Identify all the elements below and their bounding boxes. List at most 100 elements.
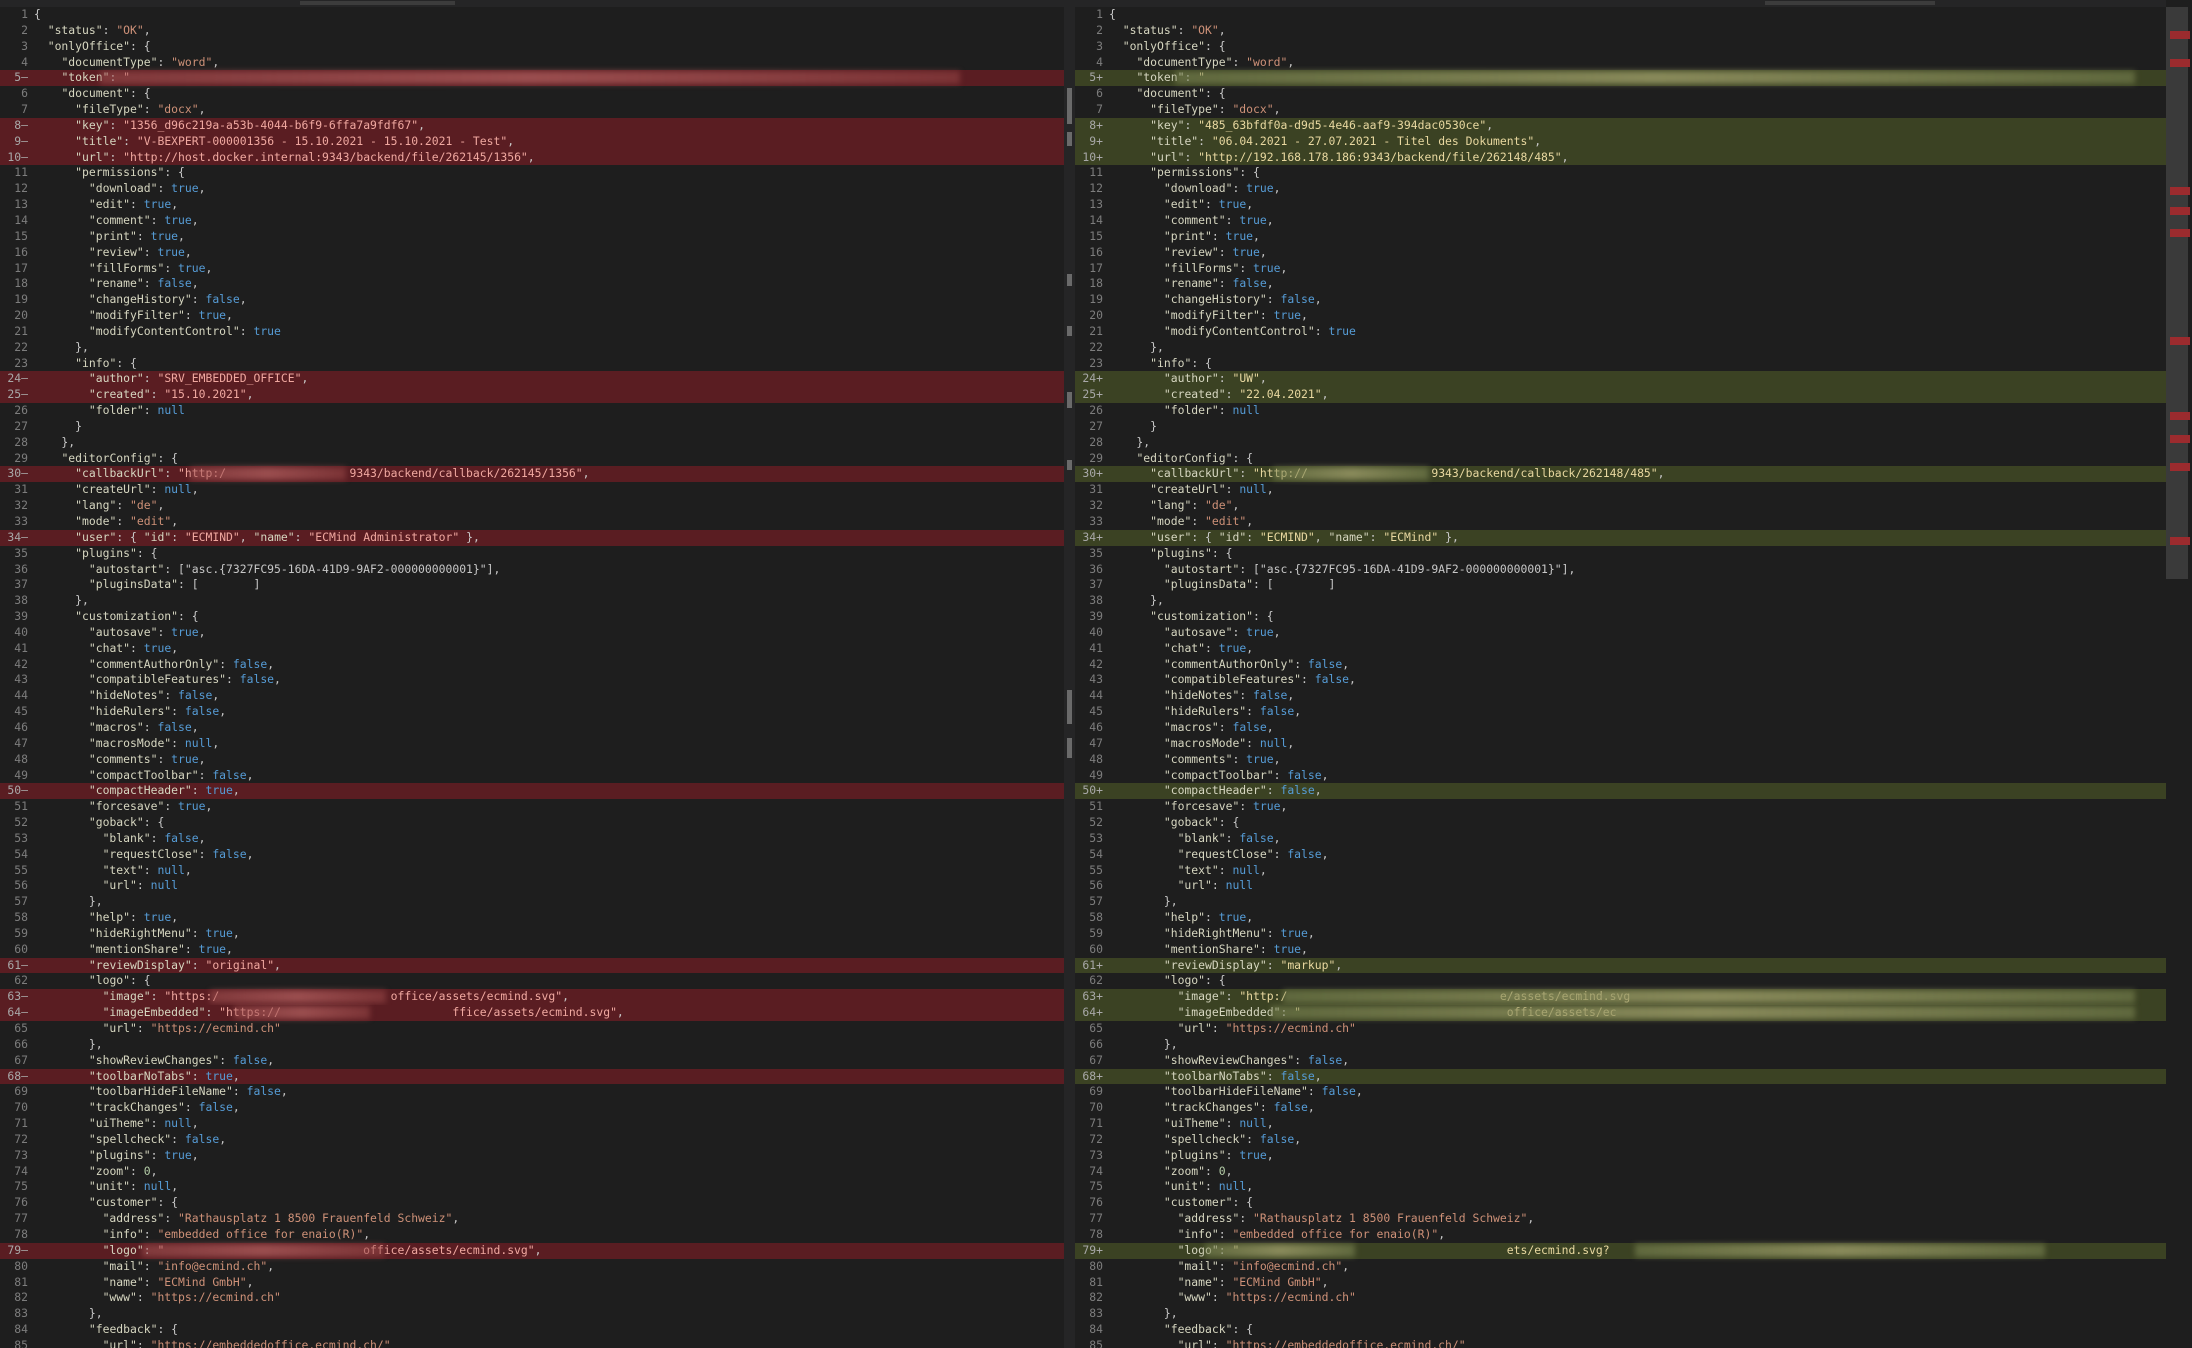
line-code[interactable]: "modifyFilter": true, bbox=[34, 308, 233, 322]
line-code[interactable]: "macros": false, bbox=[1109, 720, 1274, 734]
right-line[interactable]: 36 "autostart": ["asc.{7327FC95-16DA-41D… bbox=[1075, 562, 2166, 578]
line-code[interactable]: "help": true, bbox=[1109, 910, 1253, 924]
line-code[interactable]: "fileType": "docx", bbox=[1109, 102, 1280, 116]
right-line[interactable]: 16 "review": true, bbox=[1075, 245, 2166, 261]
code-lines[interactable]: 1{2 "status": "OK", 3 "onlyOffice": {4 "d… bbox=[0, 7, 1064, 1348]
right-line[interactable]: 28 }, bbox=[1075, 435, 2166, 451]
left-line[interactable]: 56 "url": null bbox=[0, 878, 1064, 894]
line-code[interactable]: "pluginsData": [ ] bbox=[34, 577, 260, 591]
left-line[interactable]: 17 "fillForms": true, bbox=[0, 261, 1064, 277]
left-line[interactable]: 82 "www": "https://ecmind.ch" bbox=[0, 1290, 1064, 1306]
left-line[interactable]: 8— "key": "1356_d96c219a-a53b-4044-b6f9-… bbox=[0, 117, 1064, 134]
line-code[interactable]: "reviewDisplay": "original", bbox=[34, 958, 281, 972]
line-code[interactable]: "forcesave": true, bbox=[34, 799, 212, 813]
line-code[interactable]: "name": "ECMind GmbH", bbox=[34, 1275, 254, 1289]
right-line[interactable]: 57 }, bbox=[1075, 894, 2166, 910]
left-line[interactable]: 60 "mentionShare": true, bbox=[0, 942, 1064, 958]
line-code[interactable]: "info": "embedded office for enaio(R)", bbox=[1109, 1227, 1445, 1241]
line-code[interactable]: "customer": { bbox=[34, 1195, 178, 1209]
left-line[interactable]: 51 "forcesave": true, bbox=[0, 799, 1064, 815]
right-line[interactable]: 20 "modifyFilter": true, bbox=[1075, 308, 2166, 324]
right-line[interactable]: 24+ "author": "UW", bbox=[1075, 371, 2166, 388]
line-code[interactable]: "onlyOffice": { bbox=[34, 39, 151, 53]
right-line[interactable]: 31 "createUrl": null, bbox=[1075, 482, 2166, 498]
line-code[interactable]: "uiTheme": null, bbox=[34, 1116, 199, 1130]
left-line[interactable]: 20 "modifyFilter": true, bbox=[0, 308, 1064, 324]
right-line[interactable]: 27 } bbox=[1075, 419, 2166, 435]
line-code[interactable]: "spellcheck": false, bbox=[34, 1132, 226, 1146]
left-line[interactable]: 13 "edit": true, bbox=[0, 197, 1064, 213]
left-line[interactable]: 33 "mode": "edit", bbox=[0, 514, 1064, 530]
left-line[interactable]: 61— "reviewDisplay": "original", bbox=[0, 957, 1064, 974]
left-line[interactable]: 84 "feedback": { bbox=[0, 1322, 1064, 1338]
right-line[interactable]: 39 "customization": { bbox=[1075, 609, 2166, 625]
line-code[interactable]: "macros": false, bbox=[34, 720, 199, 734]
left-line[interactable]: 26 "folder": null bbox=[0, 403, 1064, 419]
line-code[interactable]: "url": "https://embeddedoffice.ecmind.ch… bbox=[1109, 1338, 1466, 1348]
right-line[interactable]: 65 "url": "https://ecmind.ch" bbox=[1075, 1021, 2166, 1037]
right-line[interactable]: 7 "fileType": "docx", bbox=[1075, 102, 2166, 118]
line-code[interactable]: "comment": true, bbox=[34, 213, 199, 227]
right-line[interactable]: 21 "modifyContentControl": true bbox=[1075, 324, 2166, 340]
line-code[interactable]: "modifyContentControl": true bbox=[1109, 324, 1356, 338]
line-code[interactable]: "logo": { bbox=[34, 973, 151, 987]
line-code[interactable]: "hideRightMenu": true, bbox=[34, 926, 240, 940]
right-line[interactable]: 84 "feedback": { bbox=[1075, 1322, 2166, 1338]
line-code[interactable]: "plugins": { bbox=[34, 546, 157, 560]
line-code[interactable]: "mentionShare": true, bbox=[1109, 942, 1308, 956]
line-code[interactable]: "modifyFilter": true, bbox=[1109, 308, 1308, 322]
line-code[interactable]: "url": "https://embeddedoffice.ecmind.ch… bbox=[34, 1338, 391, 1348]
line-code[interactable]: "blank": false, bbox=[34, 831, 206, 845]
left-line[interactable]: 81 "name": "ECMind GmbH", bbox=[0, 1275, 1064, 1291]
left-line[interactable]: 55 "text": null, bbox=[0, 863, 1064, 879]
left-line[interactable]: 79— "logo": " office/assets/ecmind.svg", bbox=[0, 1242, 1064, 1259]
right-line[interactable]: 76 "customer": { bbox=[1075, 1195, 2166, 1211]
line-code[interactable]: "created": "15.10.2021", bbox=[34, 387, 254, 401]
line-code[interactable]: "uiTheme": null, bbox=[1109, 1116, 1274, 1130]
right-line[interactable]: 81 "name": "ECMind GmbH", bbox=[1075, 1275, 2166, 1291]
line-code[interactable]: "help": true, bbox=[34, 910, 178, 924]
left-line[interactable]: 80 "mail": "info@ecmind.ch", bbox=[0, 1259, 1064, 1275]
left-line[interactable]: 6 "document": { bbox=[0, 86, 1064, 102]
line-code[interactable]: "spellcheck": false, bbox=[1109, 1132, 1301, 1146]
left-line[interactable]: 23 "info": { bbox=[0, 356, 1064, 372]
line-code[interactable]: "customer": { bbox=[1109, 1195, 1253, 1209]
left-line[interactable]: 3 "onlyOffice": { bbox=[0, 39, 1064, 55]
right-line[interactable]: 75 "unit": null, bbox=[1075, 1179, 2166, 1195]
left-line[interactable]: 83 }, bbox=[0, 1306, 1064, 1322]
left-line[interactable]: 29 "editorConfig": { bbox=[0, 451, 1064, 467]
left-line[interactable]: 39 "customization": { bbox=[0, 609, 1064, 625]
line-code[interactable]: "author": "UW", bbox=[1109, 371, 1267, 385]
line-code[interactable]: }, bbox=[34, 593, 89, 607]
line-code[interactable]: "text": null, bbox=[34, 863, 192, 877]
line-code[interactable]: "autostart": ["asc.{7327FC95-16DA-41D9-9… bbox=[34, 562, 500, 576]
right-line[interactable]: 48 "comments": true, bbox=[1075, 752, 2166, 768]
left-line[interactable]: 58 "help": true, bbox=[0, 910, 1064, 926]
right-line[interactable]: 6 "document": { bbox=[1075, 86, 2166, 102]
left-line[interactable]: 68— "toolbarNoTabs": true, bbox=[0, 1068, 1064, 1085]
left-line[interactable]: 43 "compatibleFeatures": false, bbox=[0, 672, 1064, 688]
line-code[interactable]: "showReviewChanges": false, bbox=[1109, 1053, 1349, 1067]
right-line[interactable]: 49 "compactToolbar": false, bbox=[1075, 768, 2166, 784]
left-line[interactable]: 32 "lang": "de", bbox=[0, 498, 1064, 514]
right-line[interactable]: 23 "info": { bbox=[1075, 356, 2166, 372]
line-code[interactable]: "reviewDisplay": "markup", bbox=[1109, 958, 1342, 972]
line-code[interactable]: "download": true, bbox=[1109, 181, 1281, 195]
right-line[interactable]: 18 "rename": false, bbox=[1075, 276, 2166, 292]
left-line[interactable]: 2 "status": "OK", bbox=[0, 23, 1064, 39]
left-line[interactable]: 77 "address": "Rathausplatz 1 8500 Fraue… bbox=[0, 1211, 1064, 1227]
right-line[interactable]: 3 "onlyOffice": { bbox=[1075, 39, 2166, 55]
left-line[interactable]: 4 "documentType": "word", bbox=[0, 55, 1064, 71]
line-code[interactable]: "requestClose": false, bbox=[1109, 847, 1329, 861]
left-line[interactable]: 76 "customer": { bbox=[0, 1195, 1064, 1211]
diff-pane-original[interactable]: 1{2 "status": "OK", 3 "onlyOffice": {4 "d… bbox=[0, 0, 1064, 1348]
line-code[interactable]: "review": true, bbox=[1109, 245, 1267, 259]
left-line[interactable]: 27 } bbox=[0, 419, 1064, 435]
right-line[interactable]: 77 "address": "Rathausplatz 1 8500 Fraue… bbox=[1075, 1211, 2166, 1227]
vertical-scrollbar[interactable] bbox=[2166, 7, 2192, 1348]
line-code[interactable]: "www": "https://ecmind.ch" bbox=[34, 1290, 281, 1304]
line-code[interactable]: "comments": true, bbox=[1109, 752, 1281, 766]
line-code[interactable]: "www": "https://ecmind.ch" bbox=[1109, 1290, 1356, 1304]
line-code[interactable]: "print": true, bbox=[1109, 229, 1260, 243]
line-code[interactable]: "url": "https://ecmind.ch" bbox=[34, 1021, 281, 1035]
